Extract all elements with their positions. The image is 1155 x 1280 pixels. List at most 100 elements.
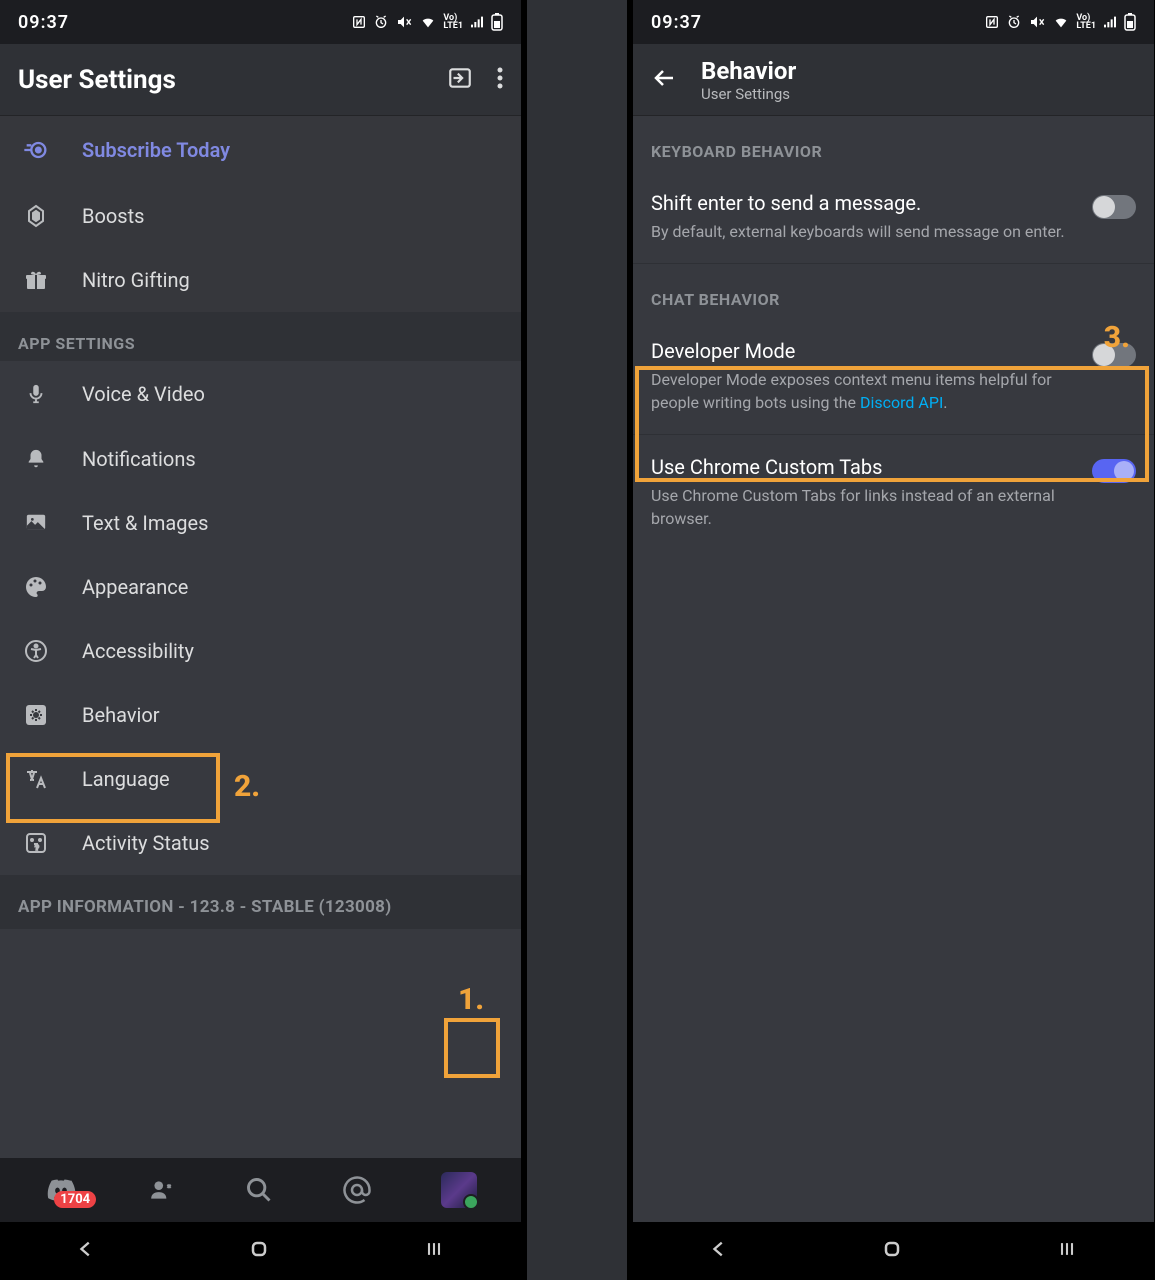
- sysnav-home-icon[interactable]: [247, 1237, 271, 1265]
- accessibility-label: Accessibility: [82, 639, 194, 663]
- sysnav-recents-icon[interactable]: [1055, 1239, 1079, 1263]
- behavior-subtitle: User Settings: [701, 85, 796, 103]
- gift-icon: [18, 268, 54, 292]
- keyboard-behavior-header: KEYBOARD BEHAVIOR: [633, 116, 1154, 171]
- appearance-label: Appearance: [82, 575, 188, 599]
- alarm-icon: [373, 14, 389, 30]
- nfc-icon: [351, 14, 367, 30]
- mute-icon: [395, 14, 413, 30]
- export-icon[interactable]: [447, 65, 473, 95]
- nav-profile-avatar[interactable]: [441, 1172, 477, 1208]
- chrome-tabs-desc: Use Chrome Custom Tabs for links instead…: [651, 485, 1074, 530]
- dev-mode-title: Developer Mode: [651, 339, 1074, 363]
- shift-enter-row[interactable]: Shift enter to send a message. By defaul…: [633, 171, 1154, 264]
- dev-mode-toggle[interactable]: [1092, 343, 1136, 367]
- subscribe-today-item[interactable]: Subscribe Today: [0, 116, 521, 184]
- back-arrow-icon[interactable]: [651, 66, 679, 94]
- page-title: User Settings: [18, 65, 176, 95]
- language-item[interactable]: Language: [0, 747, 521, 811]
- app-information-header: APP INFORMATION - 123.8 - STABLE (123008…: [0, 875, 521, 929]
- alarm-icon: [1006, 14, 1022, 30]
- avatar-icon: [441, 1172, 477, 1208]
- text-images-item[interactable]: Text & Images: [0, 491, 521, 555]
- dev-desc-post: .: [943, 393, 947, 412]
- chrome-tabs-toggle[interactable]: [1092, 459, 1136, 483]
- mic-icon: [18, 381, 54, 407]
- palette-icon: [18, 575, 54, 599]
- settings-content[interactable]: Subscribe Today Boosts Nitro Gifting APP…: [0, 116, 521, 1158]
- nfc-icon: [984, 14, 1000, 30]
- notifications-item[interactable]: Notifications: [0, 427, 521, 491]
- overflow-menu-icon[interactable]: [497, 66, 503, 94]
- app-settings-header: APP SETTINGS: [0, 312, 521, 361]
- dev-mode-desc: Developer Mode exposes context menu item…: [651, 369, 1074, 414]
- developer-mode-row[interactable]: Developer Mode Developer Mode exposes co…: [633, 319, 1154, 435]
- status-icons-right: Vo)LTE1: [984, 13, 1136, 31]
- accessibility-item[interactable]: Accessibility: [0, 619, 521, 683]
- divider-column: [527, 0, 627, 1280]
- nitro-icon: [18, 136, 54, 164]
- behavior-header: Behavior User Settings: [633, 44, 1154, 116]
- sysnav-home-icon[interactable]: [880, 1237, 904, 1265]
- phone-right: 09:37 Vo)LTE1 Behavior User Settings KEY…: [633, 0, 1154, 1280]
- phone-left: 09:37 Vo)LTE1 User Settings Subscribe To: [0, 0, 521, 1280]
- cog-square-icon: [18, 703, 54, 727]
- clock: 09:37: [18, 12, 69, 33]
- system-nav-right: [633, 1222, 1154, 1280]
- behavior-label: Behavior: [82, 703, 160, 727]
- settings-header: User Settings: [0, 44, 521, 116]
- image-icon: [18, 512, 54, 534]
- subscribe-label: Subscribe Today: [82, 138, 230, 162]
- notifications-label: Notifications: [82, 447, 196, 471]
- signal-icon: [1102, 14, 1118, 30]
- language-label: Language: [82, 767, 170, 791]
- nav-friends-icon[interactable]: [147, 1177, 177, 1203]
- behavior-title: Behavior: [701, 57, 796, 85]
- sysnav-back-icon[interactable]: [708, 1238, 730, 1264]
- discord-api-link[interactable]: Discord API: [860, 393, 943, 412]
- dev-desc-pre: Developer Mode exposes context menu item…: [651, 370, 1052, 411]
- chrome-tabs-row[interactable]: Use Chrome Custom Tabs Use Chrome Custom…: [633, 435, 1154, 550]
- nitro-gifting-item[interactable]: Nitro Gifting: [0, 248, 521, 312]
- nav-discord-icon[interactable]: 1704: [44, 1176, 78, 1204]
- nav-search-icon[interactable]: [245, 1176, 273, 1204]
- battery-icon: [1124, 13, 1136, 31]
- svg-text:?: ?: [35, 844, 39, 853]
- activity-icon: ?: [18, 831, 54, 855]
- appearance-item[interactable]: Appearance: [0, 555, 521, 619]
- sysnav-recents-icon[interactable]: [422, 1239, 446, 1263]
- chrome-tabs-title: Use Chrome Custom Tabs: [651, 455, 1074, 479]
- shift-enter-toggle[interactable]: [1092, 195, 1136, 219]
- volte-icon: Vo)LTE1: [1076, 14, 1096, 30]
- chat-behavior-header: CHAT BEHAVIOR: [633, 264, 1154, 319]
- wifi-icon: [419, 14, 437, 30]
- bottom-nav: 1704: [0, 1158, 521, 1222]
- clock-right: 09:37: [651, 12, 702, 33]
- translate-icon: [18, 767, 54, 791]
- text-images-label: Text & Images: [82, 511, 208, 535]
- accessibility-icon: [18, 639, 54, 663]
- bell-icon: [18, 447, 54, 471]
- shift-enter-title: Shift enter to send a message.: [651, 191, 1074, 215]
- voice-label: Voice & Video: [82, 382, 205, 406]
- behavior-content[interactable]: KEYBOARD BEHAVIOR Shift enter to send a …: [633, 116, 1154, 1222]
- gifting-label: Nitro Gifting: [82, 268, 190, 292]
- nav-badge: 1704: [54, 1191, 96, 1208]
- activity-label: Activity Status: [82, 831, 210, 855]
- status-icons: Vo)LTE1: [351, 13, 503, 31]
- nav-mentions-icon[interactable]: [342, 1175, 372, 1205]
- mute-icon: [1028, 14, 1046, 30]
- boosts-item[interactable]: Boosts: [0, 184, 521, 248]
- system-nav: [0, 1222, 521, 1280]
- shift-enter-desc: By default, external keyboards will send…: [651, 221, 1074, 243]
- behavior-item[interactable]: Behavior: [0, 683, 521, 747]
- voice-video-item[interactable]: Voice & Video: [0, 361, 521, 427]
- status-bar-right: 09:37 Vo)LTE1: [633, 0, 1154, 44]
- volte-icon: Vo)LTE1: [443, 14, 463, 30]
- wifi-icon: [1052, 14, 1070, 30]
- sysnav-back-icon[interactable]: [75, 1238, 97, 1264]
- activity-status-item[interactable]: ? Activity Status: [0, 811, 521, 875]
- signal-icon: [469, 14, 485, 30]
- boost-icon: [18, 204, 54, 228]
- nitro-section: Subscribe Today Boosts Nitro Gifting: [0, 116, 521, 312]
